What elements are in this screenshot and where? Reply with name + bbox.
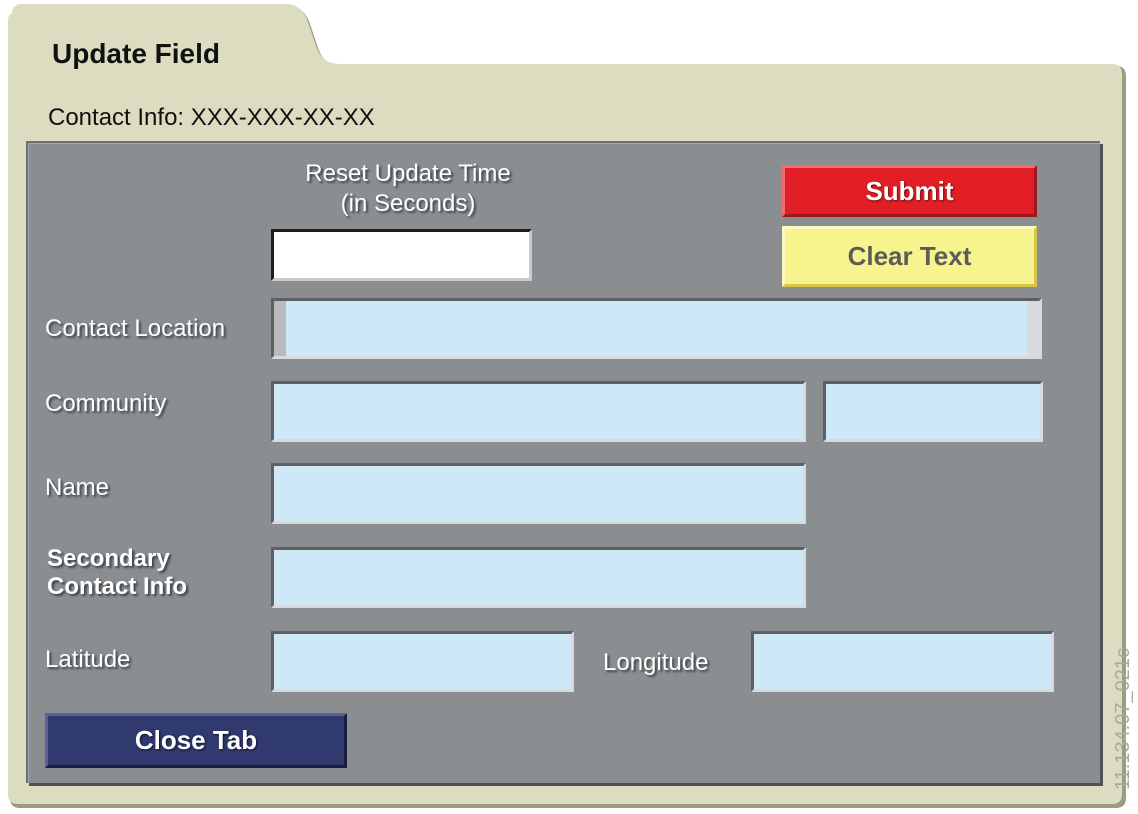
reset-label-line2: (in Seconds) — [340, 190, 476, 217]
longitude-input[interactable] — [751, 631, 1054, 692]
close-tab-button[interactable]: Close Tab — [45, 713, 347, 768]
tab-title[interactable]: Update Field — [52, 38, 220, 70]
secondary-label-line2: Contact Info — [47, 573, 187, 600]
name-input[interactable] — [271, 463, 806, 524]
reset-update-time-input[interactable] — [271, 229, 532, 281]
community-input[interactable] — [271, 381, 806, 442]
contact-location-field-edge-right — [1027, 301, 1039, 356]
secondary-label-line1: Secondary — [47, 545, 170, 572]
name-label: Name — [45, 474, 110, 501]
contact-location-label: Contact Location — [45, 315, 226, 342]
contact-location-field-edge — [274, 301, 286, 356]
latitude-input[interactable] — [271, 631, 574, 692]
secondary-contact-info-label: Secondary Contact Info — [47, 545, 187, 601]
submit-button[interactable]: Submit — [782, 165, 1037, 217]
latitude-label: Latitude — [45, 646, 131, 673]
community-secondary-input[interactable] — [823, 381, 1043, 442]
contact-info-text: Contact Info: XXX-XXX-XX-XX — [48, 104, 375, 131]
secondary-contact-info-input[interactable] — [271, 547, 806, 608]
reset-label-line1: Reset Update Time — [305, 160, 511, 187]
figure-id-watermark: 11.134.07_021c — [1112, 648, 1134, 790]
longitude-label: Longitude — [603, 649, 709, 676]
clear-text-button[interactable]: Clear Text — [782, 226, 1037, 287]
contact-location-input[interactable] — [271, 298, 1042, 359]
reset-update-time-label: Reset Update Time (in Seconds) — [288, 160, 528, 218]
community-label: Community — [45, 390, 167, 417]
